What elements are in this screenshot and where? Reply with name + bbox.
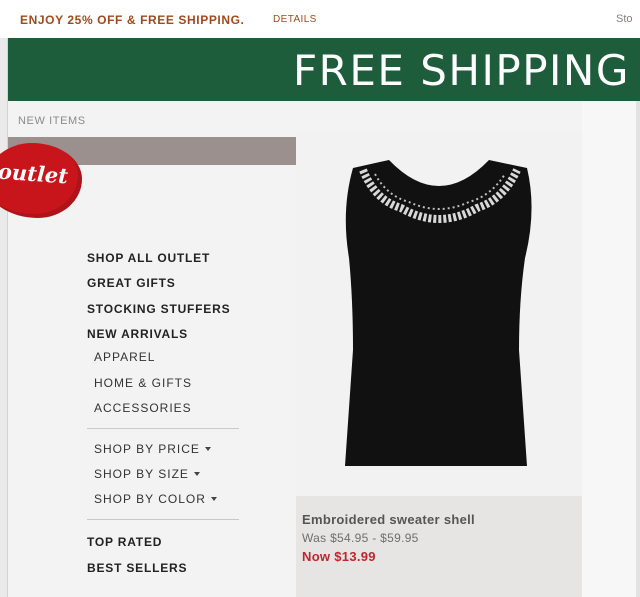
promo-header-bar: ENJOY 25% OFF & FREE SHIPPING. DETAILS S… <box>0 0 640 38</box>
nav-apparel[interactable]: APPAREL <box>94 350 155 364</box>
nav-stocking-stuffers[interactable]: STOCKING STUFFERS <box>87 302 230 316</box>
nav-divider <box>87 519 239 520</box>
left-frame-edge <box>0 38 8 597</box>
free-shipping-banner[interactable]: FREE SHIPPING <box>8 38 640 101</box>
nav-new-arrivals[interactable]: NEW ARRIVALS <box>87 327 188 341</box>
banner-headline: FREE SHIPPING <box>293 46 630 95</box>
nav-shop-by-size[interactable]: SHOP BY SIZE <box>94 467 200 481</box>
nav-shop-by-price[interactable]: SHOP BY PRICE <box>94 442 211 456</box>
promo-details-link[interactable]: DETAILS <box>273 14 317 25</box>
product-image[interactable] <box>305 150 573 490</box>
shop-by-color-label: SHOP BY COLOR <box>94 492 206 506</box>
nav-top-rated[interactable]: TOP RATED <box>87 535 162 549</box>
nav-best-sellers[interactable]: BEST SELLERS <box>87 561 187 575</box>
nav-home-gifts[interactable]: HOME & GIFTS <box>94 376 192 390</box>
nav-divider <box>87 428 239 429</box>
nav-shop-all-outlet[interactable]: SHOP ALL OUTLET <box>87 251 210 265</box>
chevron-down-icon <box>210 497 217 501</box>
chevron-down-icon <box>193 472 200 476</box>
nav-great-gifts[interactable]: GREAT GIFTS <box>87 276 176 290</box>
nav-accessories[interactable]: ACCESSORIES <box>94 401 192 415</box>
product-was-price: Was $54.95 - $59.95 <box>302 531 419 545</box>
store-link[interactable]: Sto <box>616 13 633 25</box>
shop-by-price-label: SHOP BY PRICE <box>94 442 200 456</box>
outlet-logo-text: outlet <box>0 158 69 189</box>
nav-shop-by-color[interactable]: SHOP BY COLOR <box>94 492 217 506</box>
product-name[interactable]: Embroidered sweater shell <box>302 512 475 527</box>
sweater-shell-body <box>345 160 532 466</box>
breadcrumb[interactable]: NEW ITEMS <box>18 115 86 127</box>
product-now-price: Now $13.99 <box>302 549 376 564</box>
next-product-column <box>582 101 640 597</box>
chevron-down-icon <box>204 447 211 451</box>
right-frame-edge <box>636 101 640 597</box>
promo-message: ENJOY 25% OFF & FREE SHIPPING. <box>20 13 245 27</box>
shop-by-size-label: SHOP BY SIZE <box>94 467 189 481</box>
